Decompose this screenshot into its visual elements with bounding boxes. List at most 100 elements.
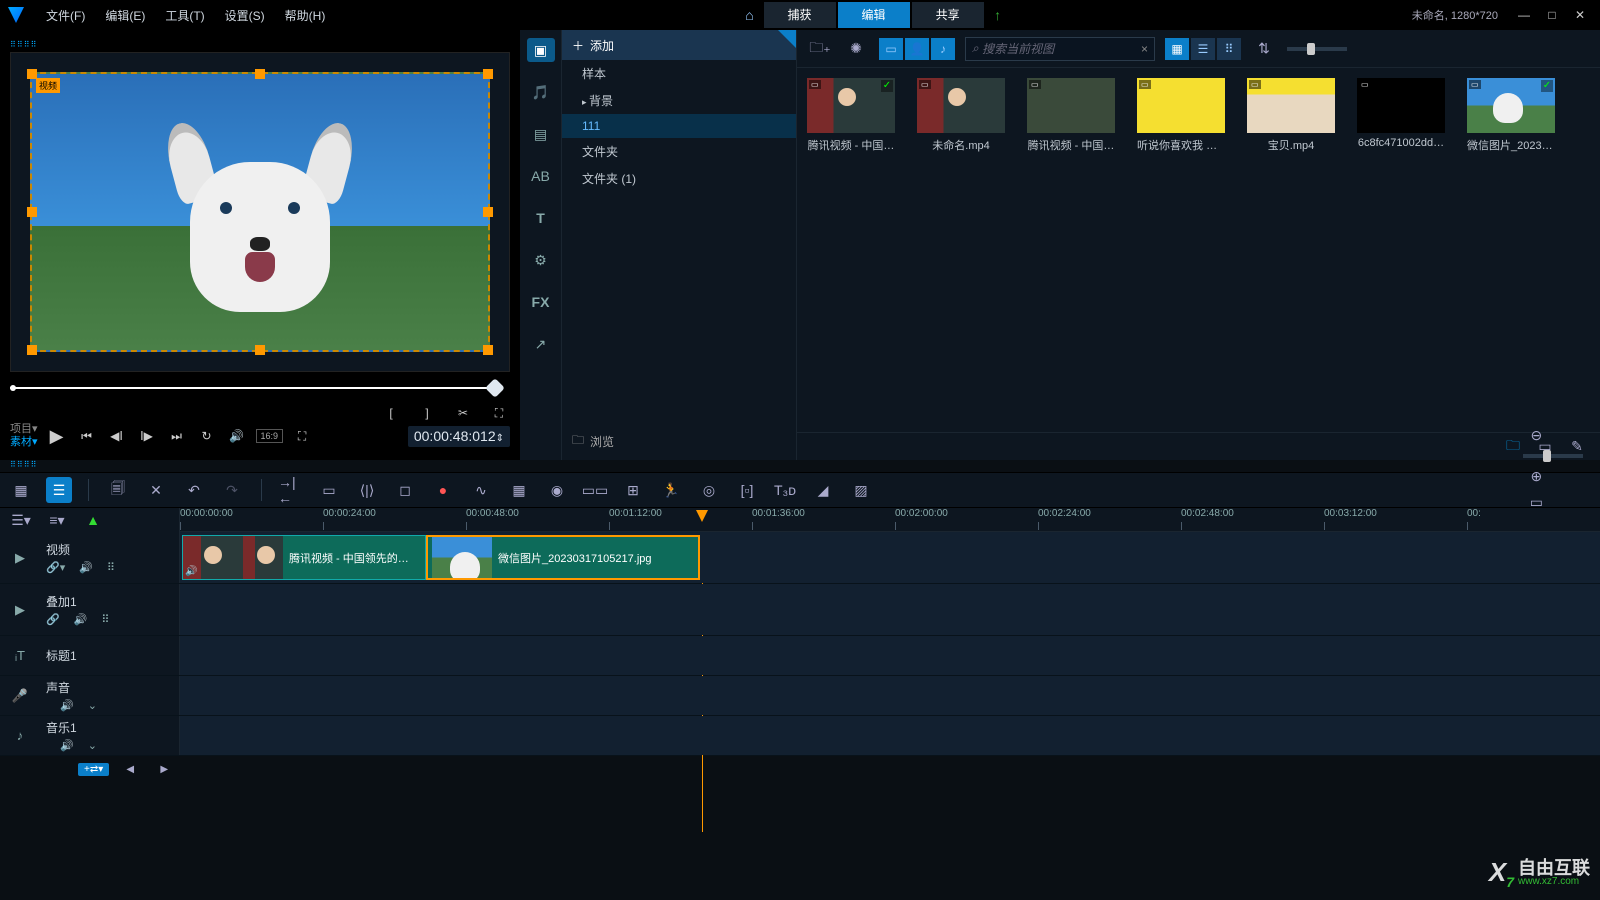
- fx-icon[interactable]: ⠿: [101, 613, 109, 626]
- storyboard-icon[interactable]: ▦: [8, 477, 34, 503]
- mute-icon[interactable]: 🔊: [74, 613, 88, 626]
- mute-icon[interactable]: 🔊: [60, 739, 74, 752]
- expand-icon[interactable]: ⌄: [88, 699, 97, 712]
- menu-tools[interactable]: 工具(T): [155, 7, 214, 24]
- redo-icon[interactable]: ↷: [219, 477, 245, 503]
- tree-item-folder-1[interactable]: 文件夹 (1): [562, 165, 796, 192]
- stabilize-icon[interactable]: [▫]: [734, 477, 760, 503]
- search-input[interactable]: ⌕ 搜索当前视图 ×: [965, 37, 1155, 61]
- sort-icon[interactable]: ⇅: [1251, 36, 1277, 62]
- library-clip[interactable]: ▭腾讯视频 - 中国…: [1027, 78, 1115, 153]
- tree-item-sample[interactable]: 样本: [562, 60, 796, 87]
- step-fwd-icon[interactable]: Ⅰ▶: [136, 425, 158, 447]
- link-icon[interactable]: 🔗: [46, 613, 60, 626]
- timeline-clip[interactable]: 🔊 腾讯视频 - 中国领先的…: [182, 535, 426, 580]
- track-opts-icon[interactable]: ☰▾: [8, 507, 34, 533]
- menu-help[interactable]: 帮助(H): [275, 7, 336, 24]
- filter-audio-icon[interactable]: ♪: [931, 38, 955, 60]
- split2-icon[interactable]: ⊞: [620, 477, 646, 503]
- step-back-icon[interactable]: ◀Ⅰ: [106, 425, 128, 447]
- tab-share[interactable]: 共享: [912, 2, 984, 28]
- view-list-icon[interactable]: ☰: [1191, 38, 1215, 60]
- tab-capture[interactable]: 捕获: [764, 2, 836, 28]
- fx-tab-icon[interactable]: FX: [527, 290, 555, 314]
- browse-button[interactable]: 🗀 浏览: [562, 423, 796, 460]
- library-clip[interactable]: ▭✓腾讯视频 - 中国…: [807, 78, 895, 153]
- track-toggle-icon[interactable]: ▲: [80, 507, 106, 533]
- library-clip[interactable]: ▭✓微信图片_20230…: [1467, 78, 1555, 153]
- settings-tab-icon[interactable]: ⚙: [527, 248, 555, 272]
- close-icon[interactable]: ✕: [1568, 5, 1592, 25]
- 3d-text-icon[interactable]: T₃ᴅ: [772, 477, 798, 503]
- mute-icon[interactable]: 🔊: [79, 561, 93, 574]
- volume-icon[interactable]: 🔊: [226, 425, 248, 447]
- timeline-ruler[interactable]: 00:00:00:0000:00:24:0000:00:48:0000:01:1…: [180, 508, 1600, 532]
- mark-out-icon[interactable]: ]: [416, 402, 438, 424]
- play-icon[interactable]: ▶: [46, 425, 68, 447]
- speed-icon[interactable]: ▦: [506, 477, 532, 503]
- scroll-left-icon[interactable]: ◀: [117, 756, 143, 782]
- zoom-in-icon[interactable]: ⊕: [1523, 464, 1549, 490]
- maximize-icon[interactable]: □: [1540, 5, 1564, 25]
- import-icon[interactable]: 🗀₊: [807, 36, 833, 62]
- expand-icon[interactable]: ⌄: [88, 739, 97, 752]
- timeline-mode-icon[interactable]: ☰: [46, 477, 72, 503]
- pin-icon[interactable]: [778, 30, 796, 48]
- aspect-button[interactable]: 16:9: [256, 429, 284, 443]
- media-tab-icon[interactable]: ▣: [527, 38, 555, 62]
- panel-grip-icon[interactable]: ⠿⠿⠿⠿: [10, 40, 510, 52]
- copy-icon[interactable]: 🗐: [105, 477, 131, 503]
- fx-icon[interactable]: ⠿: [107, 561, 115, 574]
- capture-icon[interactable]: ✺: [843, 36, 869, 62]
- split1-icon[interactable]: ▭▭: [582, 477, 608, 503]
- add-track-button[interactable]: +⇄▾: [78, 763, 109, 776]
- loop-icon[interactable]: ↻: [196, 425, 218, 447]
- mode-project[interactable]: 项目▾: [10, 423, 38, 436]
- snap-icon[interactable]: →|←: [278, 477, 304, 503]
- text-tab-icon[interactable]: T: [527, 206, 555, 230]
- undo-icon[interactable]: ↶: [181, 477, 207, 503]
- view-thumb-icon[interactable]: ▦: [1165, 38, 1189, 60]
- fit-icon[interactable]: ▭: [316, 477, 342, 503]
- clear-search-icon[interactable]: ×: [1141, 42, 1148, 56]
- crop-icon[interactable]: ◻: [392, 477, 418, 503]
- playhead-icon[interactable]: [696, 510, 708, 522]
- track-view-icon[interactable]: ≡▾: [44, 507, 70, 533]
- tree-item-folder[interactable]: 文件夹: [562, 138, 796, 165]
- scroll-right-icon[interactable]: ▶: [151, 756, 177, 782]
- go-start-icon[interactable]: ⏮: [76, 425, 98, 447]
- view-grid-icon[interactable]: ⠿: [1217, 38, 1241, 60]
- preview-viewport[interactable]: 视频: [10, 52, 510, 372]
- transition-tab-icon[interactable]: ▤: [527, 122, 555, 146]
- menu-edit[interactable]: 编辑(E): [95, 7, 155, 24]
- filter-video-icon[interactable]: ▭: [879, 38, 903, 60]
- colorgrade-icon[interactable]: ▨: [848, 477, 874, 503]
- tree-item-background[interactable]: 背景: [562, 87, 796, 114]
- cut-icon[interactable]: ✂: [452, 402, 474, 424]
- add-folder-button[interactable]: ＋ 添加: [562, 30, 796, 60]
- upload-icon[interactable]: ↑: [985, 2, 1011, 28]
- library-clip[interactable]: ▭6c8fc471002dd…: [1357, 78, 1445, 153]
- title-tab-icon[interactable]: AB: [527, 164, 555, 188]
- menu-settings[interactable]: 设置(S): [215, 7, 275, 24]
- tools-icon[interactable]: ✕: [143, 477, 169, 503]
- stretch-icon[interactable]: ⟨|⟩: [354, 477, 380, 503]
- minimize-icon[interactable]: —: [1512, 5, 1536, 25]
- mark-in-icon[interactable]: [: [380, 402, 402, 424]
- mask-icon[interactable]: ◢: [810, 477, 836, 503]
- mute-icon[interactable]: 🔊: [60, 699, 74, 712]
- menu-file[interactable]: 文件(F): [36, 7, 95, 24]
- link-icon[interactable]: 🔗▾: [46, 561, 65, 574]
- library-clip[interactable]: ▭未命名.mp4: [917, 78, 1005, 153]
- preview-scrubber[interactable]: [10, 378, 510, 398]
- expand-icon[interactable]: ⛶: [488, 402, 510, 424]
- track-icon[interactable]: ◎: [696, 477, 722, 503]
- library-clip[interactable]: ▭宝贝.mp4: [1247, 78, 1335, 153]
- resize-icon[interactable]: ⛶: [291, 425, 313, 447]
- audio-tab-icon[interactable]: 🎵: [527, 80, 555, 104]
- library-clip[interactable]: ▭听说你喜欢我 第…: [1137, 78, 1225, 153]
- zoom-out-icon[interactable]: ⊖: [1523, 423, 1549, 449]
- audio-icon[interactable]: ∿: [468, 477, 494, 503]
- tab-edit[interactable]: 编辑: [838, 2, 910, 28]
- path-tab-icon[interactable]: ↗: [527, 332, 555, 356]
